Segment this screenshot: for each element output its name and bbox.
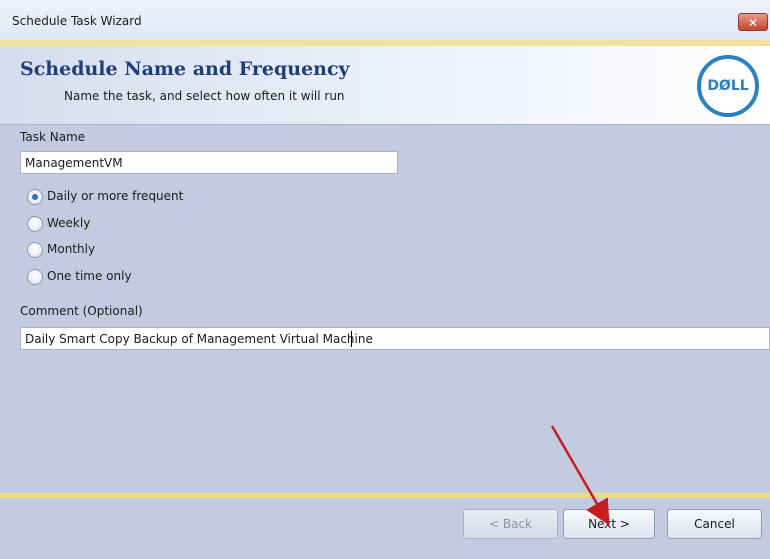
- wizard-window: Schedule Task Wizard ✕ Schedule Name and…: [0, 0, 770, 559]
- red-pointer-arrow-icon: [550, 425, 610, 526]
